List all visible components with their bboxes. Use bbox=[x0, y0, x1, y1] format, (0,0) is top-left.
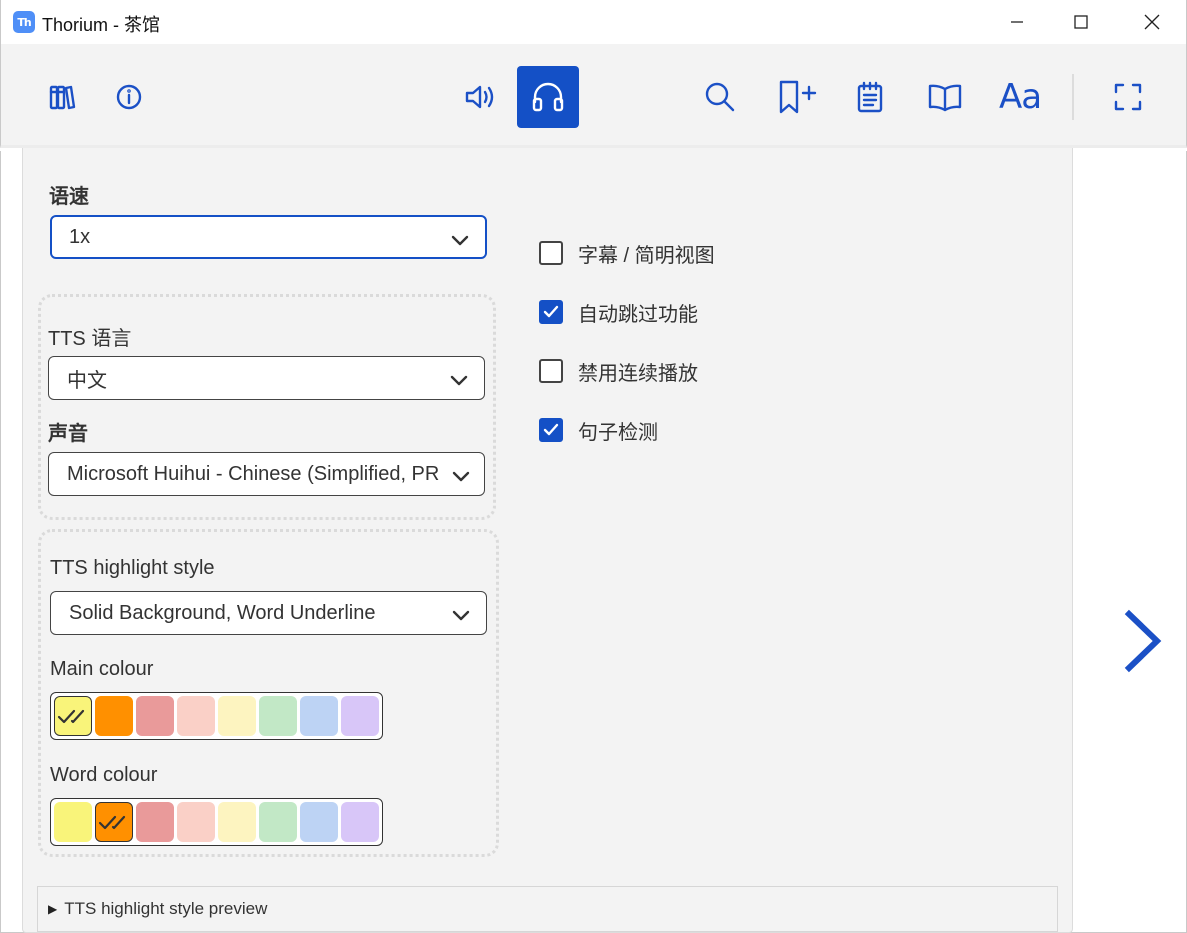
table-of-contents-button[interactable] bbox=[914, 66, 976, 128]
add-bookmark-button[interactable] bbox=[765, 66, 827, 128]
notes-icon bbox=[857, 81, 883, 113]
highlight-preview-label: TTS highlight style preview bbox=[64, 899, 268, 918]
close-icon bbox=[1144, 14, 1160, 30]
option-checkbox-row[interactable]: 禁用连续播放 bbox=[539, 356, 698, 386]
voice-value: Microsoft Huihui - Chinese (Simplified, … bbox=[67, 462, 439, 485]
bookmark-add-icon bbox=[779, 80, 817, 114]
reader-toolbar: Aa bbox=[0, 44, 1187, 148]
fullscreen-button[interactable] bbox=[1097, 66, 1159, 128]
read-aloud-button[interactable] bbox=[450, 66, 512, 128]
checkmark-icon bbox=[543, 423, 559, 436]
chevron-right-icon bbox=[1124, 609, 1162, 673]
tts-language-value: 中文 bbox=[67, 369, 107, 392]
chevron-down-icon bbox=[452, 610, 470, 621]
tts-settings-button[interactable] bbox=[517, 66, 579, 128]
main-colour-swatch[interactable] bbox=[341, 696, 379, 736]
headphones-icon bbox=[532, 82, 564, 112]
option-checkbox-row[interactable]: 句子检测 bbox=[539, 415, 658, 445]
checkbox[interactable] bbox=[539, 418, 563, 442]
word-colour-swatch[interactable] bbox=[300, 802, 338, 842]
speed-value: 1x bbox=[69, 225, 91, 248]
main-colour-swatch[interactable] bbox=[300, 696, 338, 736]
minimize-icon bbox=[1011, 21, 1023, 23]
minimize-button[interactable] bbox=[994, 0, 1040, 44]
speed-label: 语速 bbox=[49, 186, 89, 208]
text-settings-button[interactable]: Aa bbox=[989, 66, 1051, 128]
word-colour-label: Word colour bbox=[50, 764, 158, 786]
app-icon: Th bbox=[13, 11, 35, 33]
tts-language-select[interactable]: 中文 bbox=[48, 356, 485, 400]
speaker-icon bbox=[465, 85, 494, 109]
notes-button[interactable] bbox=[839, 66, 901, 128]
speed-select[interactable]: 1x bbox=[50, 215, 487, 259]
tts-language-label-text: TTS 语言 bbox=[48, 328, 132, 350]
word-colour-picker bbox=[50, 798, 383, 846]
library-button[interactable] bbox=[31, 66, 93, 128]
word-colour-swatch[interactable] bbox=[259, 802, 297, 842]
search-icon bbox=[705, 82, 735, 112]
library-icon bbox=[49, 85, 76, 110]
option-checkbox-row[interactable]: 自动跳过功能 bbox=[539, 297, 698, 327]
main-colour-label: Main colour bbox=[50, 658, 154, 680]
fullscreen-icon bbox=[1114, 83, 1142, 111]
checkbox-label: 字幕 / 简明视图 bbox=[578, 244, 715, 267]
word-colour-swatch[interactable] bbox=[95, 802, 133, 842]
checkbox-label: 句子检测 bbox=[578, 421, 658, 444]
toolbar-divider bbox=[1072, 74, 1074, 120]
main-colour-swatch[interactable] bbox=[218, 696, 256, 736]
checkbox[interactable] bbox=[539, 300, 563, 324]
tts-settings-panel: 语速 1x TTS 语言 中文 声音 Microsoft Huihui - Ch… bbox=[22, 148, 1073, 933]
info-icon bbox=[116, 84, 142, 110]
main-colour-swatch[interactable] bbox=[259, 696, 297, 736]
checkbox[interactable] bbox=[539, 359, 563, 383]
highlight-style-label: TTS highlight style bbox=[50, 557, 215, 579]
highlight-style-value: Solid Background, Word Underline bbox=[69, 601, 376, 624]
highlight-style-select[interactable]: Solid Background, Word Underline bbox=[50, 591, 487, 635]
voice-label: 声音 bbox=[48, 423, 88, 445]
option-checkbox-row[interactable]: 字幕 / 简明视图 bbox=[539, 238, 715, 268]
double-check-icon bbox=[57, 709, 85, 724]
double-check-icon bbox=[98, 815, 126, 830]
highlight-preview-toggle[interactable]: ▶ TTS highlight style preview bbox=[37, 886, 1058, 932]
word-colour-swatch[interactable] bbox=[54, 802, 92, 842]
checkmark-icon bbox=[543, 305, 559, 318]
tts-language-label: TTS 语言 bbox=[48, 322, 131, 351]
main-colour-swatch[interactable] bbox=[136, 696, 174, 736]
main-colour-picker bbox=[50, 692, 383, 740]
book-open-icon bbox=[928, 84, 962, 112]
word-colour-swatch[interactable] bbox=[136, 802, 174, 842]
main-colour-swatch[interactable] bbox=[54, 696, 92, 736]
main-colour-swatch[interactable] bbox=[177, 696, 215, 736]
disclosure-triangle-icon: ▶ bbox=[48, 902, 58, 916]
chevron-down-icon bbox=[450, 375, 468, 386]
title-bar: Th Thorium - 茶馆 bbox=[0, 0, 1187, 44]
next-page-button[interactable] bbox=[1119, 606, 1165, 681]
word-colour-swatch[interactable] bbox=[341, 802, 379, 842]
text-settings-icon: Aa bbox=[998, 77, 1042, 117]
close-button[interactable] bbox=[1129, 0, 1175, 44]
word-colour-swatch[interactable] bbox=[177, 802, 215, 842]
chevron-down-icon bbox=[452, 471, 470, 482]
checkbox[interactable] bbox=[539, 241, 563, 265]
maximize-icon bbox=[1074, 15, 1088, 29]
search-button[interactable] bbox=[689, 66, 751, 128]
info-button[interactable] bbox=[98, 66, 160, 128]
window-title: Thorium - 茶馆 bbox=[42, 15, 161, 35]
maximize-button[interactable] bbox=[1058, 0, 1104, 44]
chevron-down-icon bbox=[451, 235, 469, 246]
checkbox-label: 自动跳过功能 bbox=[578, 303, 698, 326]
word-colour-swatch[interactable] bbox=[218, 802, 256, 842]
checkbox-label: 禁用连续播放 bbox=[578, 362, 698, 385]
main-colour-swatch[interactable] bbox=[95, 696, 133, 736]
voice-select[interactable]: Microsoft Huihui - Chinese (Simplified, … bbox=[48, 452, 485, 496]
